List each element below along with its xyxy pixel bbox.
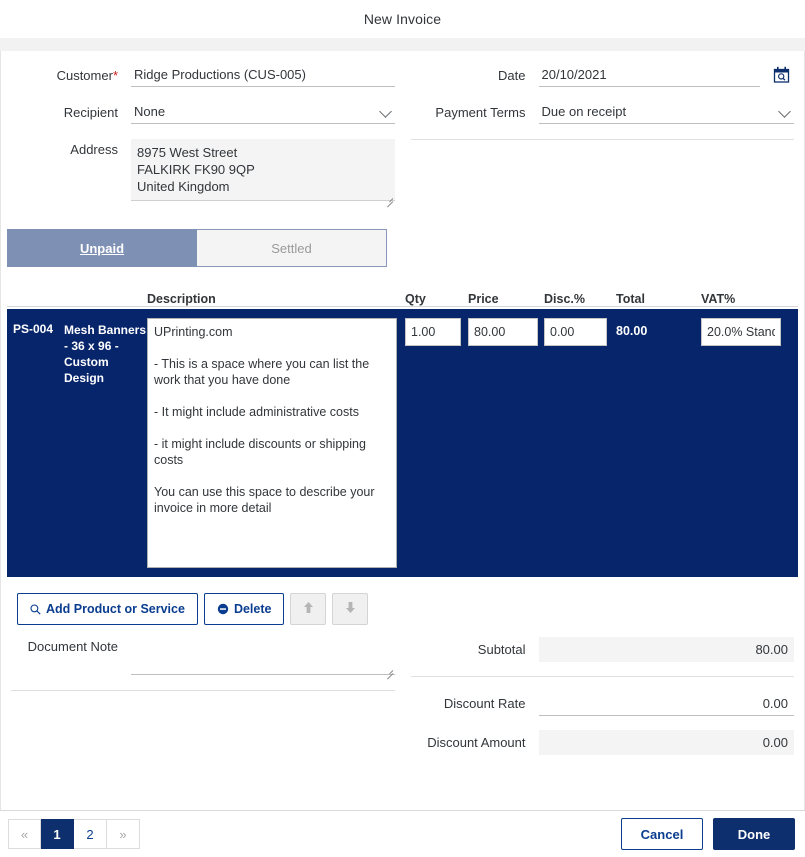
add-product-or-service-button[interactable]: Add Product or Service	[17, 593, 198, 625]
date-input[interactable]	[538, 65, 760, 87]
document-note-label: Document Note	[27, 639, 118, 654]
arrow-up-icon	[302, 600, 315, 618]
customer-control	[131, 65, 395, 87]
invoice-form: Customer* Recipient Address 8975 Wes	[1, 51, 804, 221]
pagination: « 1 2 »	[8, 819, 140, 849]
pagination-next[interactable]: »	[107, 819, 140, 849]
title-separator-strip	[0, 38, 805, 51]
minus-circle-icon	[217, 603, 229, 615]
totals-divider	[410, 676, 794, 677]
tab-unpaid[interactable]: Unpaid	[7, 229, 197, 267]
pagination-page-2[interactable]: 2	[74, 819, 107, 849]
move-row-down-button[interactable]	[332, 593, 369, 625]
customer-field: Customer*	[11, 65, 395, 87]
row-product-name: Mesh Banners - 36 x 96 - Custom Design	[64, 323, 147, 385]
recipient-control	[131, 102, 395, 124]
document-note-divider	[11, 690, 395, 691]
subtotal-field: Subtotal 80.00	[411, 637, 794, 662]
header-total: Total	[616, 292, 645, 306]
row-vat-cell	[701, 318, 791, 577]
dialog-footer: « 1 2 » Cancel Done	[0, 810, 805, 857]
header-price: Price	[468, 292, 499, 306]
address-label: Address	[70, 142, 118, 157]
row-price-cell	[468, 318, 544, 577]
arrow-down-icon	[344, 600, 357, 618]
required-marker: *	[112, 68, 118, 83]
right-column-divider	[410, 139, 794, 140]
address-field: Address 8975 West Street FALKIRK FK90 9Q…	[11, 139, 395, 208]
row-vat-input[interactable]	[701, 318, 781, 346]
header-vat: VAT%	[701, 292, 736, 306]
table-row[interactable]: PS-004 Mesh Banners - 36 x 96 - Custom D…	[7, 309, 798, 577]
header-description: Description	[147, 292, 216, 306]
document-note-field: Document Note	[11, 637, 395, 680]
address-control: 8975 West Street FALKIRK FK90 9QP United…	[131, 139, 395, 208]
discount-rate-field: Discount Rate 0.00	[411, 691, 794, 716]
row-product-code: PS-004	[13, 322, 54, 336]
discount-amount-field: Discount Amount 0.00	[411, 730, 794, 755]
dialog-title: New Invoice	[363, 11, 442, 27]
recipient-select[interactable]	[131, 102, 395, 124]
row-disc-cell	[544, 318, 616, 577]
delete-label: Delete	[233, 602, 272, 616]
discount-amount-label: Discount Amount	[427, 735, 526, 750]
payment-terms-select[interactable]	[538, 102, 794, 124]
search-icon	[30, 603, 41, 615]
form-column-left: Customer* Recipient Address 8975 Wes	[11, 65, 403, 221]
recipient-label: Recipient	[63, 105, 118, 120]
date-control	[538, 65, 790, 87]
cancel-button[interactable]: Cancel	[621, 818, 703, 850]
customer-label-text: Customer	[56, 68, 113, 83]
new-invoice-dialog: New Invoice Customer* Recipient	[0, 0, 805, 857]
customer-input[interactable]	[131, 65, 395, 87]
tab-settled[interactable]: Settled	[197, 229, 387, 267]
dialog-body: Customer* Recipient Address 8975 Wes	[0, 51, 805, 810]
delete-button[interactable]: Delete	[203, 593, 285, 625]
document-note-control	[131, 637, 395, 680]
form-column-right: Date 20/10/2021 Payment Terms Due on rec…	[403, 65, 795, 221]
discount-rate-value[interactable]: 0.00	[538, 691, 794, 716]
customer-label: Customer*	[11, 65, 131, 87]
row-total-value: 80.00	[616, 324, 648, 338]
discount-amount-value: 0.00	[538, 730, 794, 755]
row-description-cell: UPrinting.com - This is a space where yo…	[147, 318, 405, 577]
row-description-textarea[interactable]: UPrinting.com - This is a space where yo…	[147, 318, 397, 568]
subtotal-label: Subtotal	[477, 642, 526, 657]
header-qty: Qty	[405, 292, 426, 306]
payment-status-tabs: Unpaid Settled	[7, 229, 387, 267]
recipient-field: Recipient	[11, 102, 395, 124]
document-note-textarea[interactable]	[131, 637, 395, 675]
document-note-section: Document Note	[1, 637, 403, 769]
add-product-label: Add Product or Service	[46, 602, 185, 616]
pagination-page-1[interactable]: 1	[41, 819, 74, 849]
date-label: Date	[498, 68, 526, 83]
calendar-icon[interactable]	[773, 66, 790, 83]
dialog-titlebar: New Invoice	[0, 0, 805, 38]
row-price-input[interactable]	[468, 318, 538, 346]
row-disc-input[interactable]	[544, 318, 607, 346]
date-field: Date	[411, 65, 795, 87]
discount-rate-label: Discount Rate	[443, 696, 526, 711]
done-button[interactable]: Done	[713, 818, 795, 850]
totals-section: Subtotal 80.00 Discount Rate 0.00 Discou…	[403, 637, 805, 769]
lower-section: Document Note Subtotal 80.00 Discount Ra…	[1, 637, 804, 769]
payment-terms-label: Payment Terms	[435, 105, 526, 120]
header-disc: Disc.%	[544, 292, 585, 306]
subtotal-value: 80.00	[538, 637, 794, 662]
payment-terms-field: Payment Terms	[411, 102, 794, 124]
row-qty-input[interactable]	[405, 318, 461, 346]
move-row-up-button[interactable]	[290, 593, 327, 625]
items-table-header: Description Qty Price Disc.% Total VAT%	[7, 281, 798, 307]
payment-terms-control	[538, 102, 794, 124]
row-qty-cell	[405, 318, 468, 577]
row-action-toolbar: Add Product or Service Delete	[17, 593, 804, 625]
pagination-prev[interactable]: «	[8, 819, 41, 849]
address-textarea[interactable]: 8975 West Street FALKIRK FK90 9QP United…	[131, 139, 395, 201]
